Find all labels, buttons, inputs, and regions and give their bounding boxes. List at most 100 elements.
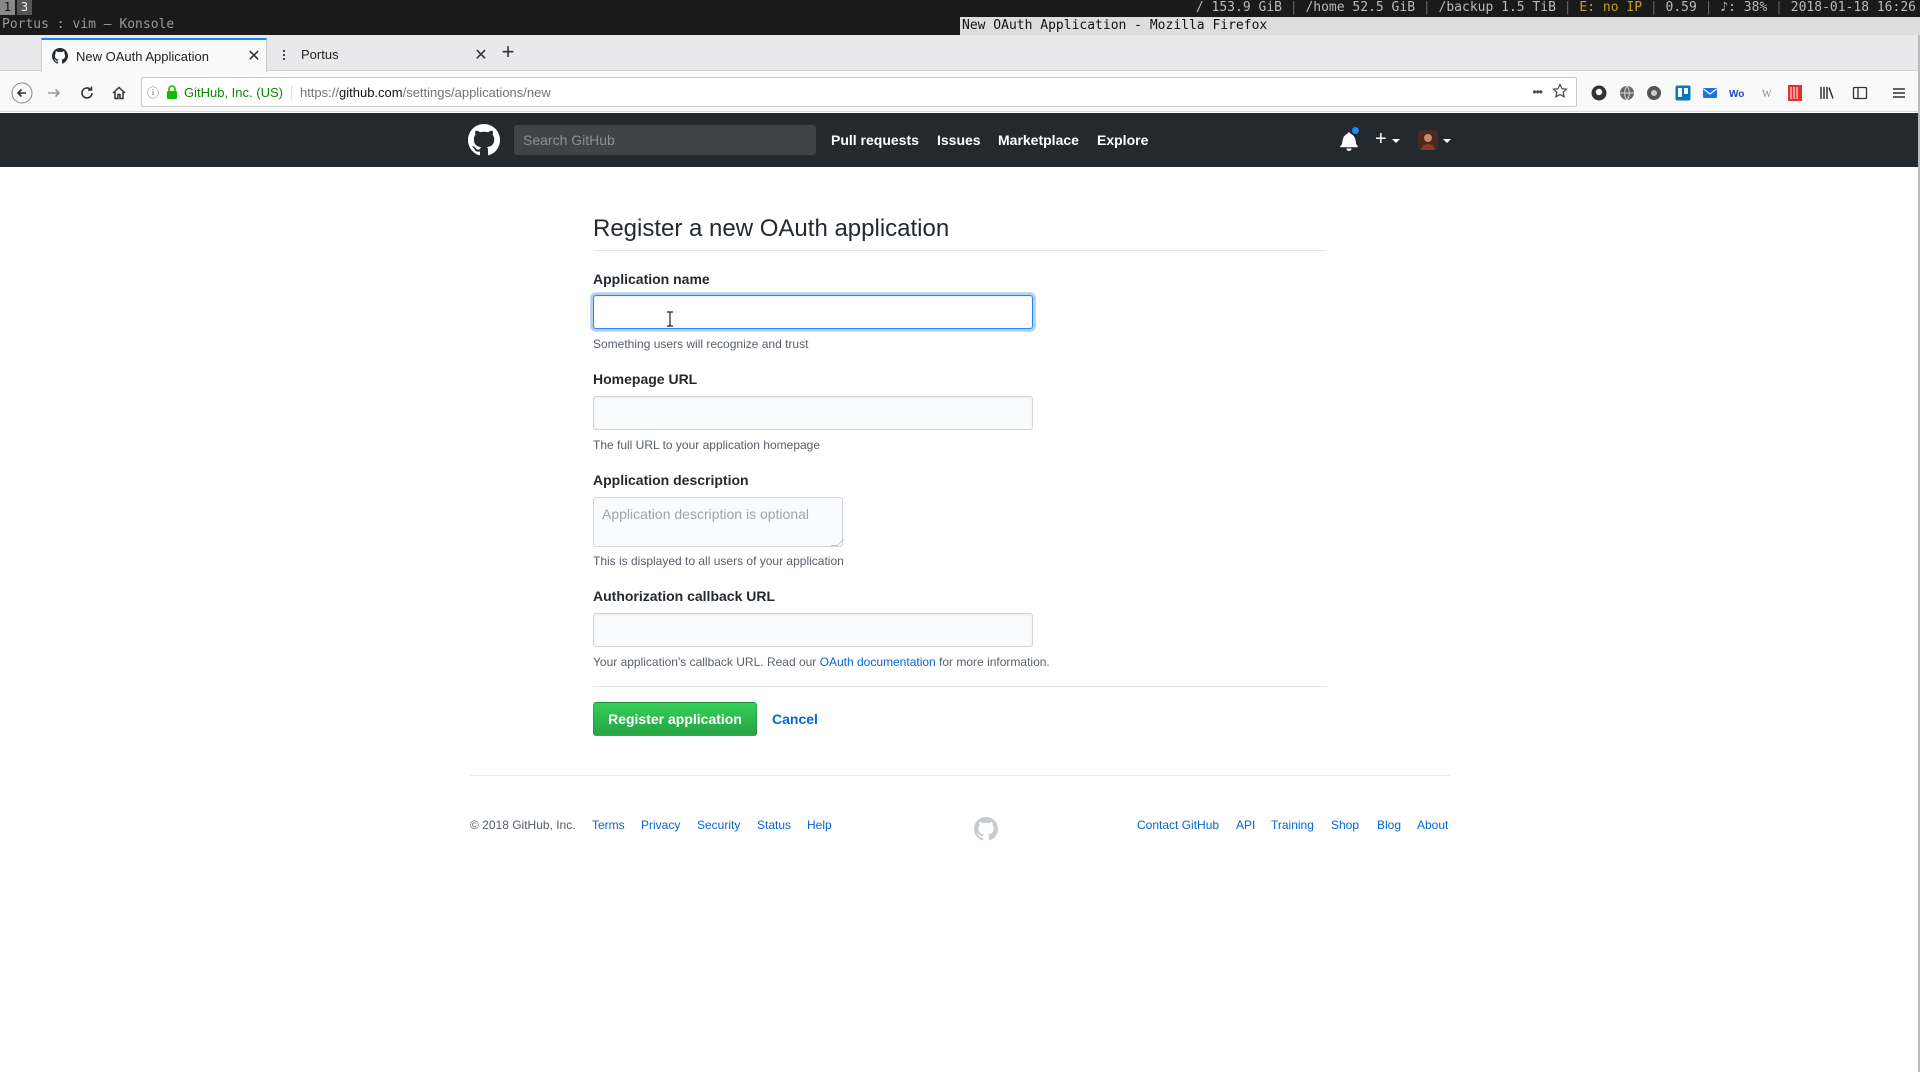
workspace-3[interactable]: 3 <box>17 0 32 15</box>
forward-arrow-icon <box>48 88 61 98</box>
trello-extension-icon[interactable] <box>1673 83 1693 103</box>
tab-title: Portus <box>301 47 339 62</box>
authorization-callback-url-label: Authorization callback URL <box>593 588 776 604</box>
register-application-button[interactable]: Register application <box>593 702 757 736</box>
ublock-extension-icon[interactable]: Wo <box>1728 83 1748 103</box>
footer-link-security[interactable]: Security <box>697 818 740 832</box>
forward-button[interactable] <box>40 79 68 107</box>
mail-extension-icon[interactable] <box>1700 83 1720 103</box>
status-backup-disk: /backup 1.5 TiB <box>1438 0 1556 15</box>
divider <box>593 686 1327 687</box>
application-name-field[interactable] <box>593 295 1033 329</box>
reload-button[interactable] <box>73 79 101 107</box>
url-scheme: https:// <box>299 84 339 100</box>
nav-issues[interactable]: Issues <box>937 132 981 148</box>
browser-nav-bar: ⓘ GitHub, Inc. (US) https://github.com/s… <box>0 72 1920 112</box>
footer-link-help[interactable]: Help <box>807 818 832 832</box>
homepage-url-note: The full URL to your application homepag… <box>593 438 821 452</box>
divider <box>593 250 1327 251</box>
oauth-documentation-link[interactable]: OAuth documentation <box>820 655 936 669</box>
chevron-down-icon <box>1443 139 1451 143</box>
url-host: github.com <box>339 84 403 100</box>
status-root-disk: / 153.9 GiB <box>1195 0 1282 15</box>
back-button[interactable] <box>8 79 36 107</box>
new-tab-button[interactable]: + <box>496 40 520 66</box>
github-logo-icon[interactable] <box>468 124 500 156</box>
window-manager-bar: 1 3 Portus : vim — Konsole / 153.9 GiB |… <box>0 0 1920 35</box>
footer-divider <box>470 775 1450 776</box>
wikipedia-extension-icon[interactable]: W <box>1757 83 1777 103</box>
footer-link-api[interactable]: API <box>1236 818 1255 832</box>
close-icon[interactable]: ✕ <box>469 45 493 65</box>
hamburger-menu-icon[interactable] <box>1889 83 1909 103</box>
footer-link-contact-github[interactable]: Contact GitHub <box>1137 818 1219 832</box>
system-status: / 153.9 GiB | /home 52.5 GiB | /backup 1… <box>1195 0 1916 15</box>
application-description-field[interactable] <box>593 497 843 547</box>
callback-note-prefix: Your application's callback URL. Read ou… <box>593 655 820 669</box>
url-path: /settings/applications/new <box>402 84 551 100</box>
reload-icon <box>81 86 93 99</box>
status-datetime: 2018-01-18 16:26 <box>1790 0 1916 15</box>
github-header: Pull requests Issues Marketplace Explore… <box>0 113 1920 167</box>
github-icon <box>52 48 68 64</box>
authorization-callback-url-field[interactable] <box>593 613 1033 647</box>
application-name-label: Application name <box>593 271 710 287</box>
tab-new-oauth-application[interactable]: New OAuth Application ✕ <box>41 38 267 72</box>
inactive-window-title: Portus : vim — Konsole <box>2 17 175 32</box>
home-button[interactable] <box>105 79 133 107</box>
footer-link-terms[interactable]: Terms <box>592 818 625 832</box>
create-new-dropdown[interactable]: + <box>1375 128 1387 150</box>
footer-link-about[interactable]: About <box>1417 818 1448 832</box>
red-extension-icon[interactable] <box>1785 83 1805 103</box>
cancel-link[interactable]: Cancel <box>772 711 818 727</box>
footer-link-status[interactable]: Status <box>757 818 791 832</box>
footer-link-training[interactable]: Training <box>1271 818 1314 832</box>
callback-note-suffix: for more information. <box>935 655 1050 669</box>
nav-pull-requests[interactable]: Pull requests <box>831 132 919 148</box>
site-identity[interactable]: GitHub, Inc. (US) <box>180 84 292 100</box>
close-icon[interactable]: ✕ <box>242 46 266 66</box>
tab-title: New OAuth Application <box>76 48 209 64</box>
url-bar[interactable]: ⓘ GitHub, Inc. (US) https://github.com/s… <box>141 77 1577 107</box>
back-arrow-icon <box>11 82 33 104</box>
footer-copyright: © 2018 GitHub, Inc. <box>470 818 576 832</box>
status-load: 0.59 <box>1665 0 1697 15</box>
info-icon[interactable]: ⓘ <box>142 84 164 101</box>
application-description-note: This is displayed to all users of your a… <box>593 554 844 568</box>
home-icon <box>112 86 126 100</box>
page-icon <box>277 47 293 63</box>
status-volume: ♪: 38% <box>1720 0 1768 15</box>
library-icon[interactable] <box>1817 83 1837 103</box>
workspace-1[interactable]: 1 <box>0 0 15 15</box>
bookmark-star-icon[interactable] <box>1552 82 1568 102</box>
tab-portus[interactable]: Portus ✕ <box>267 38 493 71</box>
privacy-extension-icon[interactable] <box>1644 83 1664 103</box>
homepage-url-field[interactable] <box>593 396 1033 430</box>
globe-extension-icon[interactable] <box>1617 83 1637 103</box>
status-network: E: no IP <box>1579 0 1643 15</box>
browser-tab-bar: New OAuth Application ✕ Portus ✕ <box>0 35 1920 72</box>
search-github-input[interactable] <box>514 125 816 155</box>
nav-explore[interactable]: Explore <box>1097 132 1148 148</box>
status-home-disk: /home 52.5 GiB <box>1305 0 1416 15</box>
github-mark-icon[interactable] <box>974 817 998 841</box>
lock-icon <box>164 85 180 99</box>
avatar[interactable] <box>1418 130 1438 150</box>
footer-link-blog[interactable]: Blog <box>1377 818 1401 832</box>
text-cursor-icon <box>667 311 673 327</box>
footer-link-shop[interactable]: Shop <box>1331 818 1359 832</box>
application-description-label: Application description <box>593 472 749 488</box>
homepage-url-label: Homepage URL <box>593 371 698 387</box>
svg-text:W: W <box>1762 89 1772 99</box>
footer-link-privacy[interactable]: Privacy <box>641 818 680 832</box>
svg-text:Wo: Wo <box>1729 89 1744 99</box>
github-extension-icon[interactable] <box>1589 83 1609 103</box>
chevron-down-icon <box>1392 139 1400 143</box>
sidebar-toggle-icon[interactable] <box>1850 83 1870 103</box>
main-content: Register a new OAuth application Applica… <box>0 167 1920 1072</box>
authorization-callback-url-note: Your application's callback URL. Read ou… <box>593 655 1050 669</box>
nav-marketplace[interactable]: Marketplace <box>998 132 1079 148</box>
page-actions-menu-icon[interactable]: ••• <box>1532 85 1543 99</box>
unread-notification-indicator <box>1351 126 1360 135</box>
url-text[interactable]: https://github.com/settings/applications… <box>300 85 1532 100</box>
